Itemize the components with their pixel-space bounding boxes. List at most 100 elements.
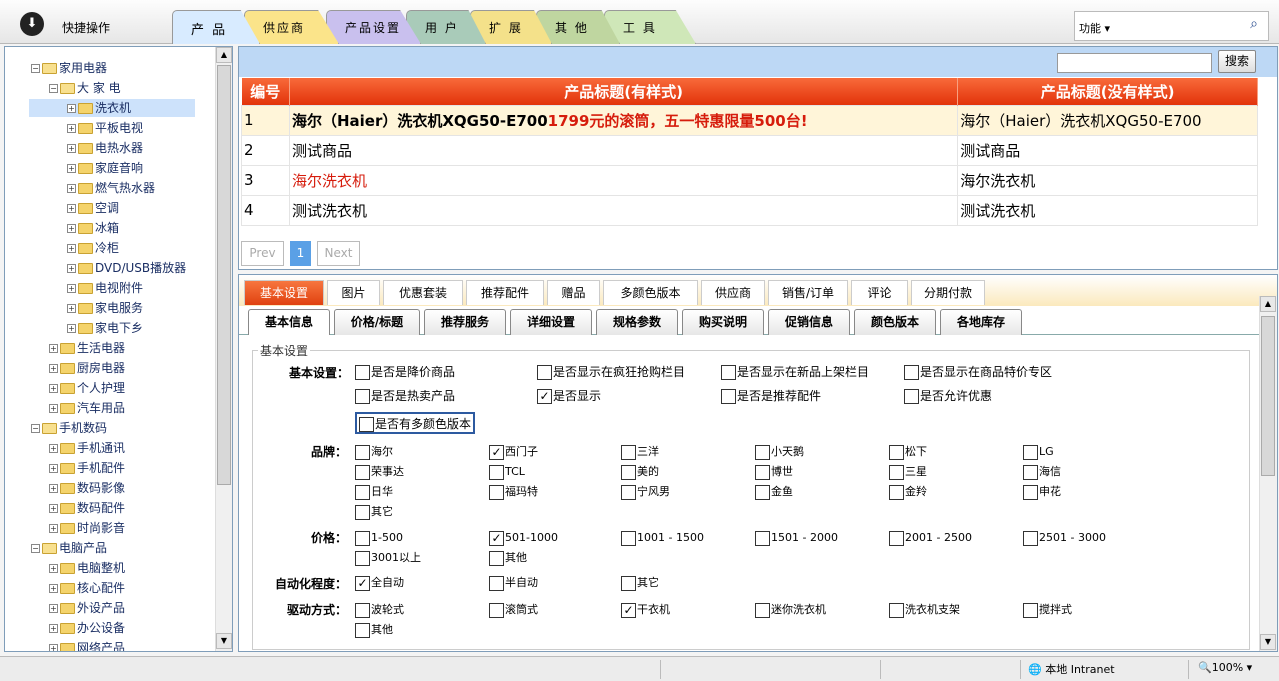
tree-scrollbar[interactable]: ▲ ▼ (215, 47, 232, 651)
tree-node[interactable]: + 办公设备 (49, 619, 125, 637)
checkbox[interactable] (621, 444, 636, 460)
checkbox-option[interactable]: 海尔 (355, 444, 393, 460)
checkbox[interactable] (755, 484, 770, 500)
expand-icon[interactable]: + (67, 124, 76, 133)
sub-tab-8[interactable]: 各地库存 (940, 309, 1022, 335)
sub-tab-7[interactable]: 颜色版本 (854, 309, 936, 335)
checkbox-option[interactable]: 申花 (1023, 484, 1061, 500)
checkbox-option[interactable]: 是否显示在疯狂抢购栏目 (537, 364, 685, 380)
checkbox-option[interactable]: ✓ 干衣机 (621, 602, 670, 618)
expand-icon[interactable]: + (49, 364, 58, 373)
checkbox-option[interactable]: ✓ 501-1000 (489, 530, 558, 546)
checkbox[interactable] (355, 504, 370, 520)
checkbox[interactable] (621, 484, 636, 500)
checkbox-option[interactable]: 宁风男 (621, 484, 670, 500)
tree-node[interactable]: + 冰箱 (67, 219, 119, 237)
checkbox-option[interactable]: 是否是推荐配件 (721, 388, 821, 404)
checkbox[interactable] (889, 484, 904, 500)
expand-icon[interactable]: + (67, 304, 76, 313)
scroll-thumb[interactable] (217, 65, 231, 485)
next-page-button[interactable]: Next (317, 241, 360, 266)
col-header-id[interactable]: 编号 (241, 78, 290, 105)
checkbox-option[interactable]: 小天鹅 (755, 444, 804, 460)
tree-node[interactable]: + 家庭音响 (67, 159, 143, 177)
detail-tab-9[interactable]: 分期付款 (911, 280, 985, 305)
checkbox[interactable] (904, 389, 919, 404)
checkbox-option[interactable]: 是否显示在新品上架栏目 (721, 364, 869, 380)
checkbox-option[interactable]: 迷你洗衣机 (755, 602, 826, 618)
tree-node[interactable]: + DVD/USB播放器 (67, 259, 186, 277)
checkbox[interactable] (489, 484, 504, 500)
detail-tab-1[interactable]: 图片 (327, 280, 380, 305)
checkbox-option[interactable]: 三星 (889, 464, 927, 480)
checkbox-checked[interactable]: ✓ (489, 530, 504, 546)
expand-icon[interactable]: + (49, 584, 58, 593)
detail-tab-2[interactable]: 优惠套装 (383, 280, 463, 305)
checkbox-option[interactable]: 是否是降价商品 (355, 364, 455, 380)
expand-icon[interactable]: + (67, 224, 76, 233)
checkbox-option[interactable]: 其他 (355, 622, 393, 638)
checkbox-option[interactable]: 滚筒式 (489, 602, 538, 618)
checkbox[interactable] (904, 365, 919, 380)
checkbox[interactable] (355, 389, 370, 404)
scroll-down-icon[interactable]: ▼ (1260, 634, 1276, 650)
tree-node[interactable]: − 手机数码 (31, 419, 107, 437)
col-header-plain-title[interactable]: 产品标题(没有样式) (957, 78, 1258, 105)
tree-node[interactable]: − 家用电器 (31, 59, 107, 77)
expand-icon[interactable]: + (67, 284, 76, 293)
tree-node[interactable]: + 生活电器 (49, 339, 125, 357)
checkbox[interactable] (721, 365, 736, 380)
checkbox-option[interactable]: 2501 - 3000 (1023, 530, 1106, 546)
expand-icon[interactable]: + (49, 464, 58, 473)
scroll-up-icon[interactable]: ▲ (1260, 296, 1276, 312)
tree-node[interactable]: + 燃气热水器 (67, 179, 155, 197)
tree-node[interactable]: + 网络产品 (49, 639, 125, 651)
checkbox[interactable] (1023, 444, 1038, 460)
checkbox-option[interactable]: 金鱼 (755, 484, 793, 500)
quick-actions-icon[interactable]: ⬇ (20, 12, 44, 36)
checkbox[interactable] (621, 464, 636, 480)
checkbox-option[interactable]: ✓ 西门子 (489, 444, 538, 460)
checkbox-checked[interactable]: ✓ (489, 444, 504, 460)
expand-icon[interactable]: − (49, 84, 58, 93)
tree-node[interactable]: + 空调 (67, 199, 119, 217)
checkbox[interactable] (489, 575, 504, 591)
checkbox[interactable] (537, 365, 552, 380)
checkbox-option[interactable]: 其它 (621, 575, 659, 591)
checkbox-option[interactable]: 是否允许优惠 (904, 388, 992, 404)
expand-icon[interactable]: + (67, 184, 76, 193)
checkbox-option[interactable]: ✓ 全自动 (355, 575, 404, 591)
search-button[interactable]: 搜索 (1218, 50, 1256, 73)
col-header-styled-title[interactable]: 产品标题(有样式) (289, 78, 959, 105)
checkbox[interactable] (355, 550, 370, 566)
checkbox[interactable] (755, 602, 770, 618)
checkbox[interactable] (355, 530, 370, 546)
prev-page-button[interactable]: Prev (241, 241, 284, 266)
checkbox-option[interactable]: 荣事达 (355, 464, 404, 480)
checkbox-option[interactable]: 半自动 (489, 575, 538, 591)
tree-node[interactable]: + 厨房电器 (49, 359, 125, 377)
expand-icon[interactable]: + (49, 444, 58, 453)
checkbox[interactable] (1023, 602, 1038, 618)
sub-tab-4[interactable]: 规格参数 (596, 309, 678, 335)
checkbox[interactable] (755, 530, 770, 546)
sub-tab-3[interactable]: 详细设置 (510, 309, 592, 335)
checkbox[interactable] (889, 602, 904, 618)
tree-node[interactable]: − 大 家 电 (49, 79, 121, 97)
checkbox[interactable] (889, 530, 904, 546)
tree-node[interactable]: + 个人护理 (49, 379, 125, 397)
table-row[interactable]: 3 海尔洗衣机 海尔洗衣机 (241, 164, 1258, 196)
detail-tab-4[interactable]: 赠品 (547, 280, 600, 305)
scroll-thumb[interactable] (1261, 316, 1275, 476)
detail-tab-7[interactable]: 销售/订单 (768, 280, 848, 305)
checkbox-option[interactable]: 是否显示在商品特价专区 (904, 364, 1052, 380)
checkbox[interactable] (355, 484, 370, 500)
checkbox-option[interactable]: 搅拌式 (1023, 602, 1072, 618)
tree-node[interactable]: + 汽车用品 (49, 399, 125, 417)
checkbox-option[interactable]: 美的 (621, 464, 659, 480)
detail-scrollbar[interactable]: ▲ ▼ (1259, 296, 1277, 651)
checkbox[interactable] (755, 444, 770, 460)
checkbox-option[interactable]: 其它 (355, 504, 393, 520)
tree-node[interactable]: + 数码配件 (49, 499, 125, 517)
checkbox[interactable] (489, 602, 504, 618)
